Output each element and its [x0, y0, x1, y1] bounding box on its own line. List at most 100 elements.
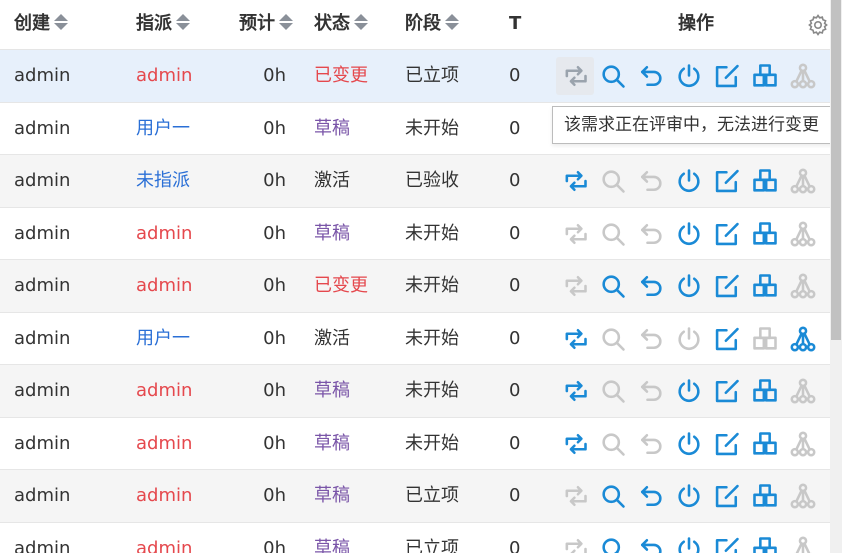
row-actions [556, 418, 822, 470]
scrollbar-thumb[interactable] [831, 0, 841, 340]
undo-icon [640, 380, 662, 402]
cell-assignee[interactable]: 用户一 [136, 313, 190, 365]
col-assign[interactable]: 指派 [136, 0, 190, 50]
table-row[interactable]: admin admin 0h 草稿 未开始 0 [0, 208, 830, 260]
cell-estimate: 0h [263, 65, 286, 86]
review-button[interactable] [594, 57, 632, 95]
undo-button[interactable] [632, 57, 670, 95]
review-button[interactable] [594, 267, 632, 305]
cell-assignee[interactable]: admin [136, 418, 192, 470]
change-button[interactable] [556, 320, 594, 358]
breakdown-button[interactable] [746, 425, 784, 463]
cell-t: 0 [509, 275, 521, 296]
cell-assignee[interactable]: admin [136, 523, 192, 553]
edit-button[interactable] [708, 57, 746, 95]
row-actions [556, 523, 822, 553]
change-icon [565, 65, 587, 87]
cell-creator: admin [14, 432, 71, 454]
close-button[interactable] [670, 57, 708, 95]
col-create[interactable]: 创建 [14, 0, 68, 50]
table-row[interactable]: admin 用户一 0h 激活 未开始 0 [0, 313, 830, 365]
review-button[interactable] [594, 477, 632, 515]
edit-button[interactable] [708, 477, 746, 515]
cell-assignee[interactable]: admin [136, 260, 192, 312]
subdivide-button [784, 162, 822, 200]
edit-button[interactable] [708, 372, 746, 410]
close-button[interactable] [670, 372, 708, 410]
row-actions [556, 470, 822, 522]
sort-icon[interactable] [445, 11, 459, 33]
change-button[interactable] [556, 162, 594, 200]
close-button[interactable] [670, 425, 708, 463]
close-icon [678, 64, 700, 88]
col-estimate[interactable]: 预计 [239, 0, 293, 50]
review-button[interactable] [594, 530, 632, 553]
col-status[interactable]: 状态 [314, 0, 368, 50]
close-icon [678, 536, 700, 553]
edit-button[interactable] [708, 530, 746, 553]
breakdown-button[interactable] [746, 530, 784, 553]
undo-button[interactable] [632, 530, 670, 553]
review-icon [602, 275, 625, 298]
edit-button[interactable] [708, 215, 746, 253]
table-row[interactable]: admin admin 0h 草稿 已立项 0 [0, 470, 830, 523]
cell-assignee[interactable]: 用户一 [136, 103, 190, 155]
edit-button[interactable] [708, 267, 746, 305]
undo-button[interactable] [632, 267, 670, 305]
table-row[interactable]: admin 未指派 0h 激活 已验收 0 [0, 155, 830, 208]
table-row[interactable]: admin admin 0h 草稿 未开始 0 [0, 365, 830, 418]
sort-icon[interactable] [279, 11, 293, 33]
table-row[interactable]: admin admin 0h 已变更 未开始 0 [0, 260, 830, 313]
subdivide-button [784, 530, 822, 553]
cell-assignee[interactable]: admin [136, 470, 192, 522]
table-row[interactable]: admin admin 0h 草稿 已立项 0 [0, 523, 830, 553]
cell-t: 0 [509, 117, 521, 139]
close-button[interactable] [670, 530, 708, 553]
cell-assignee[interactable]: admin [136, 50, 192, 102]
subdivide-icon [790, 378, 816, 404]
undo-button[interactable] [632, 477, 670, 515]
col-t[interactable]: T [509, 0, 521, 50]
breakdown-button[interactable] [746, 477, 784, 515]
close-button[interactable] [670, 267, 708, 305]
table-row[interactable]: admin admin 0h 草稿 未开始 0 [0, 418, 830, 470]
subdivide-button[interactable] [784, 320, 822, 358]
sort-icon[interactable] [54, 11, 68, 33]
undo-button [632, 425, 670, 463]
breakdown-icon [753, 536, 777, 553]
cell-estimate: 0h [263, 117, 286, 139]
row-actions [556, 208, 822, 260]
breakdown-button[interactable] [746, 162, 784, 200]
cell-creator: admin [14, 537, 71, 553]
breakdown-button[interactable] [746, 372, 784, 410]
edit-button[interactable] [708, 162, 746, 200]
table-row[interactable]: admin admin 0h 已变更 已立项 0 [0, 50, 830, 103]
undo-button [632, 162, 670, 200]
cell-creator: admin [14, 65, 71, 86]
vertical-scrollbar[interactable] [830, 0, 842, 553]
undo-button [632, 215, 670, 253]
edit-button[interactable] [708, 425, 746, 463]
change-button[interactable] [556, 425, 594, 463]
cell-status: 草稿 [314, 537, 350, 553]
breakdown-button[interactable] [746, 267, 784, 305]
cell-t: 0 [509, 485, 521, 506]
cell-assignee[interactable]: admin [136, 365, 192, 417]
cell-assignee[interactable]: 未指派 [136, 155, 190, 207]
subdivide-icon [792, 536, 814, 553]
cell-creator: admin [14, 327, 71, 349]
edit-icon [715, 484, 739, 508]
sort-icon[interactable] [176, 11, 190, 33]
close-button[interactable] [670, 162, 708, 200]
edit-button[interactable] [708, 320, 746, 358]
breakdown-button[interactable] [746, 57, 784, 95]
sort-icon[interactable] [354, 11, 368, 33]
change-button[interactable] [556, 372, 594, 410]
gear-icon[interactable] [806, 13, 830, 37]
cell-assignee[interactable]: admin [136, 208, 192, 260]
close-button[interactable] [670, 215, 708, 253]
col-stage[interactable]: 阶段 [405, 0, 459, 50]
close-button[interactable] [670, 477, 708, 515]
review-icon [602, 432, 625, 456]
breakdown-button[interactable] [746, 215, 784, 253]
